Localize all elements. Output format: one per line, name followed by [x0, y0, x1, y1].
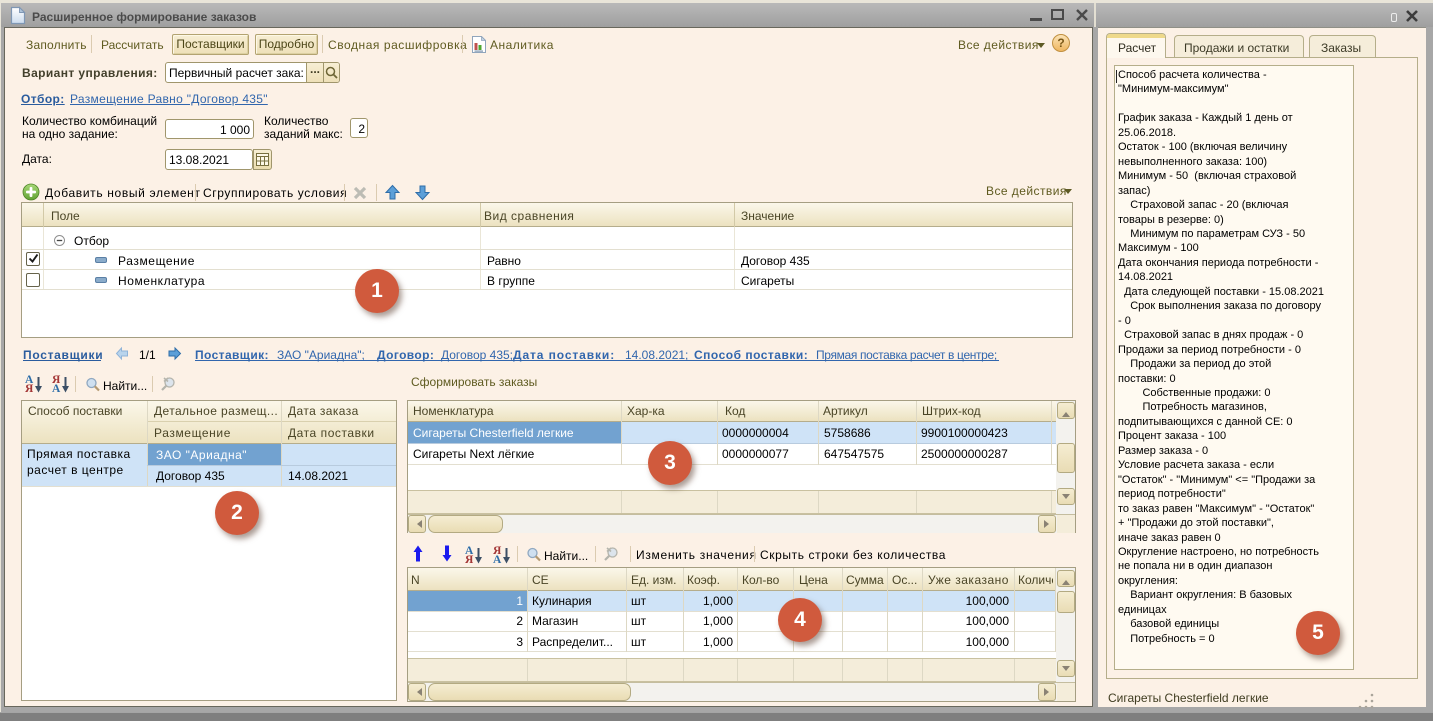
svg-text:Я: Я	[465, 554, 474, 564]
svg-text:А: А	[52, 383, 61, 393]
svg-text:А: А	[493, 554, 502, 564]
svg-text:Я: Я	[25, 383, 34, 393]
